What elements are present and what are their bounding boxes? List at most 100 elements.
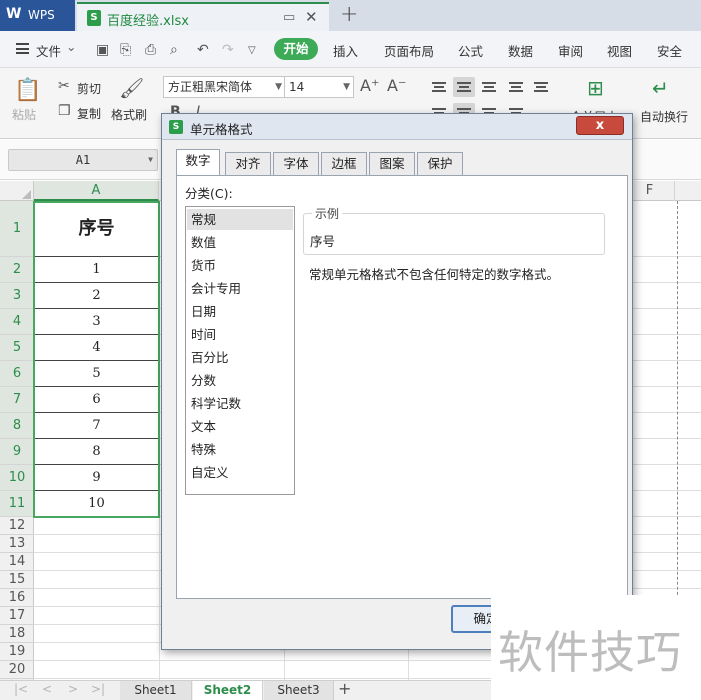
category-item[interactable]: 日期 [187,301,293,322]
category-item[interactable]: 文本 [187,416,293,437]
row-header-3[interactable]: 3 [0,283,34,309]
menu-page-layout[interactable]: 页面布局 [384,41,434,60]
new-tab-button[interactable]: + [340,2,358,27]
increase-indent-button[interactable] [530,77,552,97]
tab-pattern[interactable]: 图案 [369,152,415,175]
file-dropdown-icon[interactable]: ⌄ [66,39,76,54]
category-item[interactable]: 会计专用 [187,278,293,299]
row-header-15[interactable]: 15 [0,571,34,589]
paste-button[interactable]: 粘贴 [12,106,36,123]
print-icon[interactable]: ⎙ [145,42,156,58]
row-header-19[interactable]: 19 [0,643,34,661]
row-header-14[interactable]: 14 [0,553,34,571]
row-header-13[interactable]: 13 [0,535,34,553]
row-header-6[interactable]: 6 [0,361,34,387]
menu-review[interactable]: 审阅 [558,41,583,60]
tab-protection[interactable]: 保护 [417,152,463,175]
redo-icon[interactable]: ↷ [222,42,234,58]
category-item[interactable]: 货币 [187,255,293,276]
copy-icon[interactable]: ❐ [58,103,71,119]
cell-a3[interactable]: 2 [34,283,159,309]
tab-font[interactable]: 字体 [273,152,319,175]
cell-a7[interactable]: 6 [34,387,159,413]
monitor-icon[interactable]: ▭ [283,10,295,25]
cell-a1[interactable]: 序号 [34,201,159,257]
first-sheet-icon[interactable]: |< [14,682,28,696]
prev-sheet-icon[interactable]: < [42,682,52,696]
align-middle-button[interactable] [453,77,475,97]
cell-a4[interactable]: 3 [34,309,159,335]
category-item[interactable]: 分数 [187,370,293,391]
category-item[interactable]: 科学记数 [187,393,293,414]
cell-a2[interactable]: 1 [34,257,159,283]
sheet-tab-1[interactable]: Sheet1 [120,681,192,700]
menu-data[interactable]: 数据 [508,41,533,60]
customize-toolbar-icon[interactable]: ▽ [248,45,256,56]
format-painter-icon[interactable]: 🖌 [119,76,144,100]
decrease-indent-button[interactable] [505,77,527,97]
row-header-20[interactable]: 20 [0,661,34,679]
cell-a5[interactable]: 4 [34,335,159,361]
scissors-icon[interactable]: ✂ [58,78,70,94]
paste-icon[interactable]: 📋 [14,78,41,103]
category-item[interactable]: 时间 [187,324,293,345]
row-header-9[interactable]: 9 [0,439,34,465]
add-sheet-button[interactable]: + [338,679,351,698]
cut-button[interactable]: 剪切 [77,80,101,97]
row-header-1[interactable]: 1 [0,201,34,257]
category-item[interactable]: 特殊 [187,439,293,460]
row-header-11[interactable]: 11 [0,491,34,517]
sheet-tab-3[interactable]: Sheet3 [264,681,334,700]
format-painter-button[interactable]: 格式刷 [111,106,147,123]
category-item[interactable]: 自定义 [187,462,293,483]
menu-file[interactable]: 文件 [36,41,61,60]
cell-a10[interactable]: 9 [34,465,159,491]
close-tab-icon[interactable]: ✕ [305,8,318,26]
last-sheet-icon[interactable]: >| [91,682,105,696]
hamburger-icon[interactable] [16,43,29,54]
sheet-tab-2[interactable]: Sheet2 [193,681,263,700]
menu-view[interactable]: 视图 [607,41,632,60]
wrap-text-button[interactable]: 自动换行 [640,108,688,125]
align-bottom-button[interactable] [478,77,500,97]
export-icon[interactable]: ⎘ [120,42,131,58]
align-top-button[interactable] [428,77,450,97]
print-preview-icon[interactable]: ⌕ [170,42,178,58]
category-list[interactable]: 常规 数值 货币 会计专用 日期 时间 百分比 分数 科学记数 文本 特殊 自定义 [185,206,295,495]
cell-a6[interactable]: 5 [34,361,159,387]
category-item[interactable]: 常规 [187,209,293,230]
row-header-2[interactable]: 2 [0,257,34,283]
tab-alignment[interactable]: 对齐 [225,152,271,175]
row-header-10[interactable]: 10 [0,465,34,491]
merge-center-icon[interactable]: ⊞ [587,76,604,100]
cell-a8[interactable]: 7 [34,413,159,439]
undo-icon[interactable]: ↶ [197,42,209,58]
category-item[interactable]: 数值 [187,232,293,253]
row-header-12[interactable]: 12 [0,517,34,535]
tab-border[interactable]: 边框 [321,152,367,175]
cell-a11[interactable]: 10 [34,491,159,517]
row-header-7[interactable]: 7 [0,387,34,413]
decrease-font-button[interactable]: A⁻ [387,76,406,95]
increase-font-button[interactable]: A⁺ [360,76,379,95]
row-header-17[interactable]: 17 [0,607,34,625]
save-icon[interactable]: ▣ [96,42,109,58]
menu-start[interactable]: 开始 [274,38,318,60]
row-header-5[interactable]: 5 [0,335,34,361]
copy-button[interactable]: 复制 [77,105,101,122]
row-header-8[interactable]: 8 [0,413,34,439]
wps-home-tab[interactable]: W WPS [0,0,75,31]
row-header-18[interactable]: 18 [0,625,34,643]
dialog-title-bar[interactable]: S 单元格格式 x [162,114,632,140]
menu-formulas[interactable]: 公式 [458,41,483,60]
font-size-select[interactable]: 14 ▼ [284,76,354,98]
font-name-select[interactable]: 方正粗黑宋简体 ▼ [163,76,286,98]
cell-a9[interactable]: 8 [34,439,159,465]
wrap-text-icon[interactable]: ↵ [652,76,669,100]
row-header-16[interactable]: 16 [0,589,34,607]
file-tab[interactable]: S 百度经验.xlsx ▭ ✕ [77,2,329,31]
menu-insert[interactable]: 插入 [333,41,358,60]
row-header-4[interactable]: 4 [0,309,34,335]
next-sheet-icon[interactable]: > [68,682,78,696]
select-all-corner[interactable] [0,181,34,201]
